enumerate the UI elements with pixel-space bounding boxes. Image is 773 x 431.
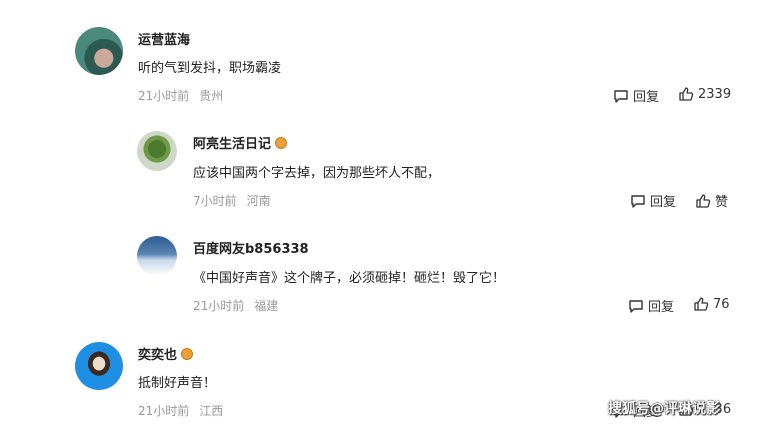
comment-location: 河南 [246, 194, 271, 208]
reply-button[interactable]: 回复 [628, 296, 674, 315]
comment-meta: 21小时前 贵州 [138, 87, 223, 104]
comment-meta: 21小时前 福建 [193, 297, 278, 314]
avatar[interactable] [137, 236, 177, 276]
comment-location: 江西 [199, 404, 224, 418]
like-button[interactable]: 76 [693, 296, 730, 312]
reply-button[interactable]: 回复 [630, 191, 676, 210]
avatar[interactable] [75, 27, 123, 75]
reply-icon [629, 299, 643, 313]
watermark-text: 搜狐号@评琳说影 [608, 401, 720, 417]
reply-icon [631, 194, 645, 208]
comment-meta: 21小时前 江西 [138, 402, 223, 419]
thumbs-up-icon [679, 87, 694, 101]
like-count: 赞 [715, 195, 729, 210]
level-badge-icon [181, 348, 194, 360]
like-button[interactable]: 2339 [678, 86, 731, 102]
comment-time: 7小时前 [193, 194, 237, 208]
comment-text: 听的气到发抖，职场霸凌 [138, 61, 282, 76]
comment-location: 贵州 [199, 89, 224, 103]
comment-username[interactable]: 阿亮生活日记 [193, 133, 288, 152]
reply-label: 回复 [633, 90, 660, 105]
comment-text: 抵制好声音！ [138, 376, 217, 391]
avatar[interactable] [75, 342, 123, 390]
reply-icon [614, 89, 628, 103]
comment-username[interactable]: 奕奕也 [138, 344, 194, 363]
comment-meta: 7小时前 河南 [193, 192, 271, 209]
comment-time: 21小时前 [193, 299, 245, 313]
level-badge-icon [275, 137, 288, 149]
comment-text: 《中国好声音》这个牌子，必须砸掉！砸烂！毁了它！ [193, 271, 506, 286]
avatar[interactable] [137, 131, 177, 171]
like-count: 2339 [698, 86, 732, 102]
comment-username[interactable]: 运营蓝海 [138, 29, 190, 48]
reply-label: 回复 [648, 300, 675, 315]
thumbs-up-icon [694, 297, 709, 311]
comment-username[interactable]: 百度网友b856338 [193, 238, 309, 257]
comment-location: 福建 [254, 299, 279, 313]
comment-time: 21小时前 [138, 89, 190, 103]
reply-label: 回复 [650, 195, 677, 210]
like-count: 76 [713, 296, 730, 312]
comment-time: 21小时前 [138, 404, 190, 418]
like-button[interactable]: 赞 [695, 191, 728, 210]
comment-text: 应该中国两个字去掉，因为那些坏人不配， [193, 166, 441, 181]
thumbs-up-icon [696, 193, 711, 208]
reply-button[interactable]: 回复 [613, 86, 659, 105]
